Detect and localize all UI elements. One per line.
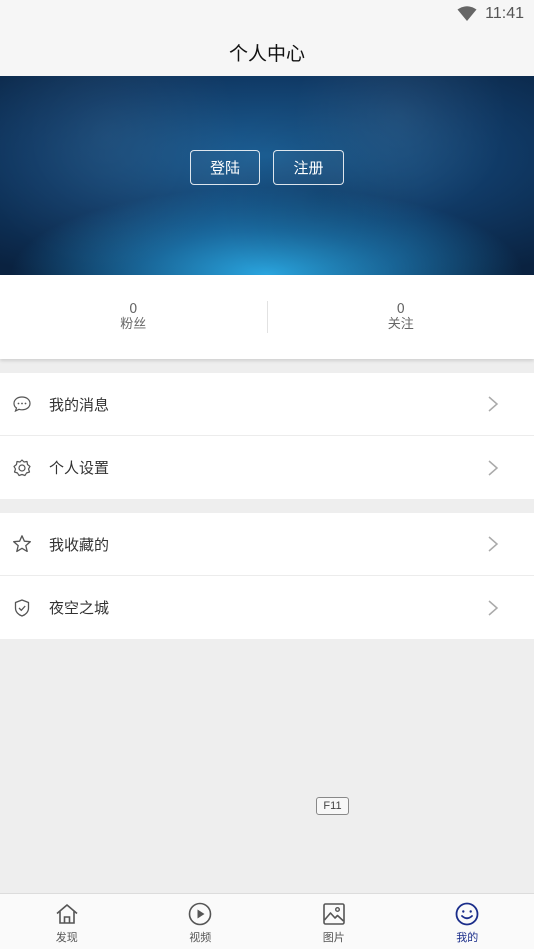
chevron-right-icon: [488, 396, 499, 412]
title-bar: 个人中心: [0, 28, 534, 76]
stat-following[interactable]: 0 关注: [268, 302, 534, 332]
shield-icon: [14, 598, 30, 617]
menu-group-content: 我收藏的 夜空之城: [0, 513, 534, 639]
menu-label-messages: 我的消息: [49, 395, 110, 414]
stat-followers[interactable]: 0 粉丝: [0, 302, 267, 332]
chevron-right-icon: [488, 536, 499, 552]
wifi-icon: [457, 6, 477, 21]
followers-count: 0: [129, 302, 138, 317]
key-hint-badge: F11: [316, 797, 349, 815]
menu-group-account: 我的消息 个人设置: [0, 373, 534, 499]
menu-label-settings: 个人设置: [49, 459, 110, 477]
image-icon: [322, 903, 345, 925]
chevron-right-icon: [488, 599, 499, 616]
chevron-right-icon: [488, 459, 499, 476]
menu-label-favorites: 我收藏的: [49, 535, 110, 554]
stats-panel: 0 粉丝 0 关注: [0, 275, 534, 359]
play-icon: [188, 902, 212, 926]
profile-banner: 登陆 注册: [0, 76, 534, 275]
message-icon: [13, 396, 31, 413]
bottom-tab-bar: 发现 视频 图片 我的: [0, 893, 534, 949]
menu-item-settings[interactable]: 个人设置: [0, 436, 534, 499]
tab-images[interactable]: 图片: [267, 894, 401, 949]
menu-item-favorites[interactable]: 我收藏的: [0, 513, 534, 576]
tab-label-mine: 我的: [456, 931, 479, 944]
register-button[interactable]: 注册: [273, 150, 344, 185]
menu-item-night-city[interactable]: 夜空之城: [0, 576, 534, 639]
menu-label-night-city: 夜空之城: [49, 599, 110, 617]
tab-label-images: 图片: [322, 931, 345, 944]
gear-icon: [13, 458, 31, 476]
tab-mine[interactable]: 我的: [401, 894, 534, 949]
smile-icon: [455, 902, 479, 926]
login-button[interactable]: 登陆: [190, 150, 260, 185]
tab-label-discover: 发现: [55, 931, 78, 944]
menu-item-messages[interactable]: 我的消息: [0, 373, 534, 436]
following-count: 0: [396, 302, 405, 317]
home-icon: [56, 904, 78, 924]
page-title: 个人中心: [228, 42, 305, 65]
following-label: 关注: [387, 317, 414, 332]
tab-video[interactable]: 视频: [134, 894, 268, 949]
status-bar: 11:41: [0, 0, 534, 28]
star-icon: [13, 535, 31, 553]
tab-discover[interactable]: 发现: [0, 894, 134, 949]
status-time: 11:41: [485, 5, 524, 22]
tab-label-video: 视频: [189, 931, 212, 944]
followers-label: 粉丝: [120, 317, 147, 332]
